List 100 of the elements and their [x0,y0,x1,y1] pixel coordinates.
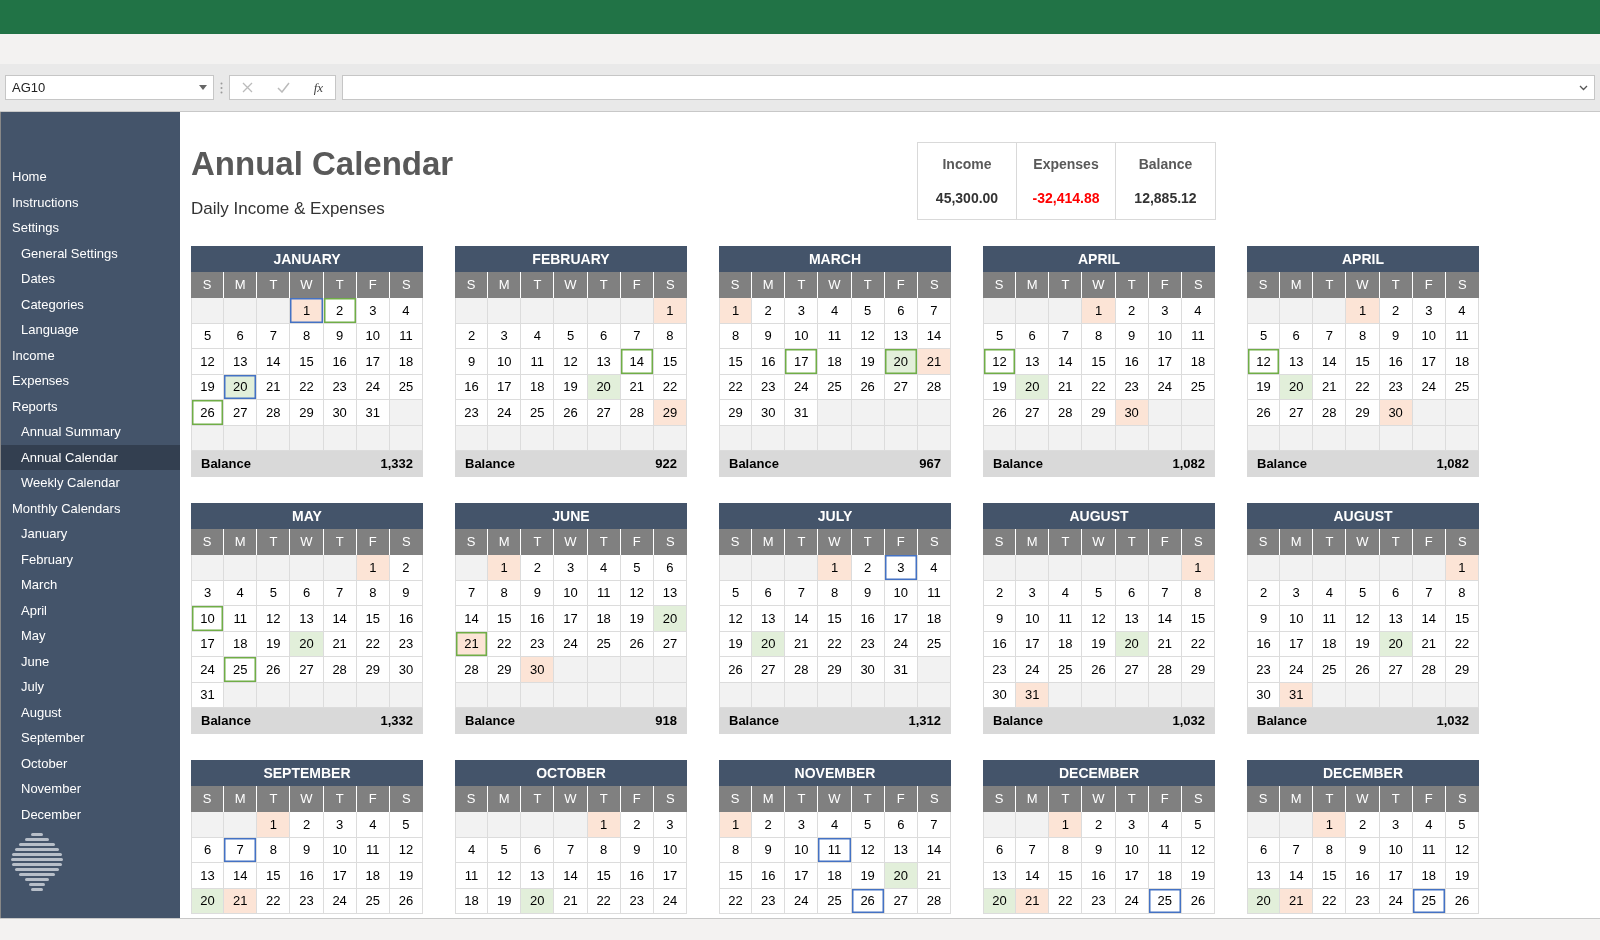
day-cell[interactable]: 30 [983,682,1017,708]
day-cell[interactable]: 14 [1148,606,1182,632]
day-cell[interactable]: 16 [323,349,357,375]
day-cell[interactable]: 19 [1181,863,1215,889]
day-cell[interactable]: 21 [785,631,819,657]
caret-icon[interactable] [1579,84,1588,91]
day-cell[interactable]: 15 [719,863,753,889]
nav-item[interactable]: Annual Calendar [1,444,180,470]
day-cell[interactable]: 27 [1280,400,1314,426]
day-cell[interactable]: 11 [818,323,852,349]
nav-item[interactable]: Settings [1,215,180,241]
day-cell[interactable]: 13 [224,349,258,375]
day-cell[interactable]: 21 [1313,374,1347,400]
day-cell[interactable]: 9 [1346,837,1380,863]
day-cell[interactable]: 1 [1049,812,1083,838]
day-cell[interactable]: 13 [1379,606,1413,632]
day-cell[interactable]: 4 [455,837,489,863]
day-cell[interactable]: 7 [917,812,951,838]
day-cell[interactable]: 29 [1082,400,1116,426]
day-cell[interactable]: 12 [488,863,522,889]
nav-item[interactable]: Annual Summary [1,419,180,445]
day-cell[interactable]: 31 [1016,682,1050,708]
day-cell[interactable]: 26 [983,400,1017,426]
day-cell[interactable]: 19 [851,863,885,889]
day-cell[interactable]: 20 [1247,888,1281,914]
day-cell[interactable]: 7 [257,323,291,349]
day-cell[interactable]: 30 [521,657,555,683]
day-cell[interactable]: 2 [389,555,423,581]
day-cell[interactable]: 20 [752,631,786,657]
day-cell[interactable]: 6 [224,323,258,349]
day-cell[interactable]: 26 [257,657,291,683]
nav-item[interactable]: Categories [1,291,180,317]
day-cell[interactable]: 3 [1379,812,1413,838]
day-cell[interactable]: 29 [290,400,324,426]
day-cell[interactable]: 4 [917,555,951,581]
day-cell[interactable]: 13 [752,606,786,632]
day-cell[interactable]: 20 [653,606,687,632]
day-cell[interactable]: 13 [191,863,225,889]
day-cell[interactable]: 14 [1016,863,1050,889]
day-cell[interactable]: 19 [1346,631,1380,657]
day-cell[interactable]: 19 [1082,631,1116,657]
day-cell[interactable]: 4 [1181,298,1215,324]
day-cell[interactable]: 23 [1082,888,1116,914]
day-cell[interactable]: 28 [1412,657,1446,683]
day-cell[interactable]: 6 [884,812,918,838]
day-cell[interactable]: 23 [752,888,786,914]
day-cell[interactable]: 2 [323,298,357,324]
day-cell[interactable]: 11 [224,606,258,632]
day-cell[interactable]: 20 [983,888,1017,914]
day-cell[interactable]: 24 [191,657,225,683]
day-cell[interactable]: 17 [653,863,687,889]
day-cell[interactable]: 21 [917,863,951,889]
day-cell[interactable]: 13 [1280,349,1314,375]
day-cell[interactable]: 18 [1181,349,1215,375]
day-cell[interactable]: 22 [1346,374,1380,400]
day-cell[interactable]: 28 [455,657,489,683]
day-cell[interactable]: 27 [587,400,621,426]
close-icon[interactable] [241,82,253,93]
nav-item[interactable]: August [1,699,180,725]
nav-item[interactable]: Reports [1,393,180,419]
day-cell[interactable]: 25 [1049,657,1083,683]
day-cell[interactable]: 23 [983,657,1017,683]
day-cell[interactable]: 12 [191,349,225,375]
day-cell[interactable]: 2 [851,555,885,581]
day-cell[interactable]: 16 [455,374,489,400]
day-cell[interactable]: 9 [983,606,1017,632]
day-cell[interactable]: 13 [521,863,555,889]
day-cell[interactable]: 12 [1346,606,1380,632]
day-cell[interactable]: 21 [1049,374,1083,400]
day-cell[interactable]: 4 [818,812,852,838]
day-cell[interactable]: 5 [488,837,522,863]
day-cell[interactable]: 15 [1313,863,1347,889]
day-cell[interactable]: 5 [1181,812,1215,838]
day-cell[interactable]: 12 [1247,349,1281,375]
day-cell[interactable]: 3 [785,298,819,324]
day-cell[interactable]: 30 [1115,400,1149,426]
nav-item[interactable]: July [1,674,180,700]
day-cell[interactable]: 8 [257,837,291,863]
day-cell[interactable]: 22 [719,888,753,914]
day-cell[interactable]: 3 [356,298,390,324]
day-cell[interactable]: 20 [1280,374,1314,400]
day-cell[interactable]: 8 [1082,323,1116,349]
day-cell[interactable]: 5 [1082,580,1116,606]
day-cell[interactable]: 9 [1247,606,1281,632]
day-cell[interactable]: 14 [455,606,489,632]
day-cell[interactable]: 13 [587,349,621,375]
day-cell[interactable]: 18 [1049,631,1083,657]
day-cell[interactable]: 15 [488,606,522,632]
day-cell[interactable]: 3 [191,580,225,606]
nav-item[interactable]: April [1,597,180,623]
day-cell[interactable]: 15 [719,349,753,375]
day-cell[interactable]: 3 [554,555,588,581]
day-cell[interactable]: 30 [851,657,885,683]
day-cell[interactable]: 1 [257,812,291,838]
day-cell[interactable]: 21 [257,374,291,400]
day-cell[interactable]: 19 [257,631,291,657]
day-cell[interactable]: 25 [818,374,852,400]
day-cell[interactable]: 18 [356,863,390,889]
day-cell[interactable]: 15 [1346,349,1380,375]
day-cell[interactable]: 6 [653,555,687,581]
